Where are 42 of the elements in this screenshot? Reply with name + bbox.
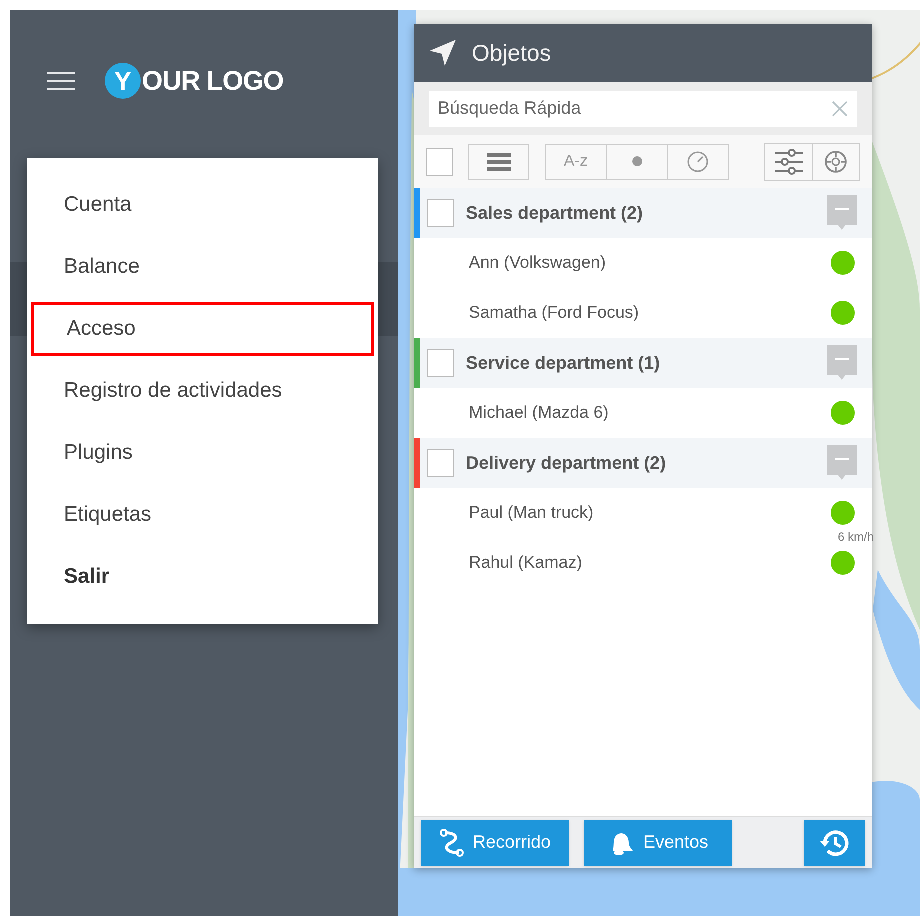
checkbox[interactable] (427, 349, 454, 377)
object-name[interactable]: Paul (Man truck) (469, 500, 594, 526)
gauge-icon (687, 150, 709, 172)
checkbox[interactable] (426, 148, 453, 176)
group-header[interactable]: Service department (1) (414, 338, 872, 388)
group-name: Sales department (2) (466, 202, 644, 225)
menu-item[interactable]: Balance (31, 240, 374, 294)
history-icon (818, 828, 850, 858)
route-icon (438, 828, 465, 856)
panel-title: Objetos (472, 38, 552, 68)
menu-icon[interactable] (47, 71, 75, 91)
group-header[interactable]: Sales department (2) (414, 188, 872, 238)
close-icon[interactable] (832, 100, 848, 116)
object-name[interactable]: Rahul (Kamaz) (469, 550, 582, 576)
checkbox[interactable] (427, 449, 454, 477)
object-name[interactable]: Michael (Mazda 6) (469, 400, 609, 426)
menu-item[interactable]: Acceso (31, 302, 374, 356)
collapse-icon[interactable] (827, 195, 857, 231)
object-name[interactable]: Samatha (Ford Focus) (469, 300, 640, 326)
collapse-icon[interactable] (827, 345, 857, 381)
group-header[interactable]: Delivery department (2) (414, 438, 872, 488)
menu-item[interactable]: Salir (31, 550, 374, 604)
menu-item[interactable]: Etiquetas (31, 488, 374, 542)
group-name: Service department (1) (466, 352, 660, 375)
crosshair-icon (824, 150, 848, 174)
checkbox[interactable] (427, 199, 454, 227)
list-icon (486, 152, 510, 172)
sliders-icon (774, 148, 802, 174)
menu-item[interactable]: Registro de actividades (31, 364, 374, 418)
logo-badge: Y (105, 63, 141, 99)
object-name[interactable]: Ann (Volkswagen) (469, 250, 606, 276)
logo-text: OUR LOGO (142, 64, 284, 98)
speed-label: 6 km/h (838, 529, 874, 546)
menu-item[interactable]: Plugins (31, 426, 374, 480)
menu-item[interactable]: Cuenta (31, 178, 374, 232)
search-field[interactable]: Búsqueda Rápida (429, 90, 857, 126)
dot-icon (632, 156, 642, 167)
history-button[interactable] (804, 820, 865, 866)
list-view-button[interactable] (468, 144, 529, 180)
navigation-arrow-icon (429, 39, 457, 67)
collapse-icon[interactable] (827, 445, 857, 481)
group-name: Delivery department (2) (466, 452, 666, 475)
